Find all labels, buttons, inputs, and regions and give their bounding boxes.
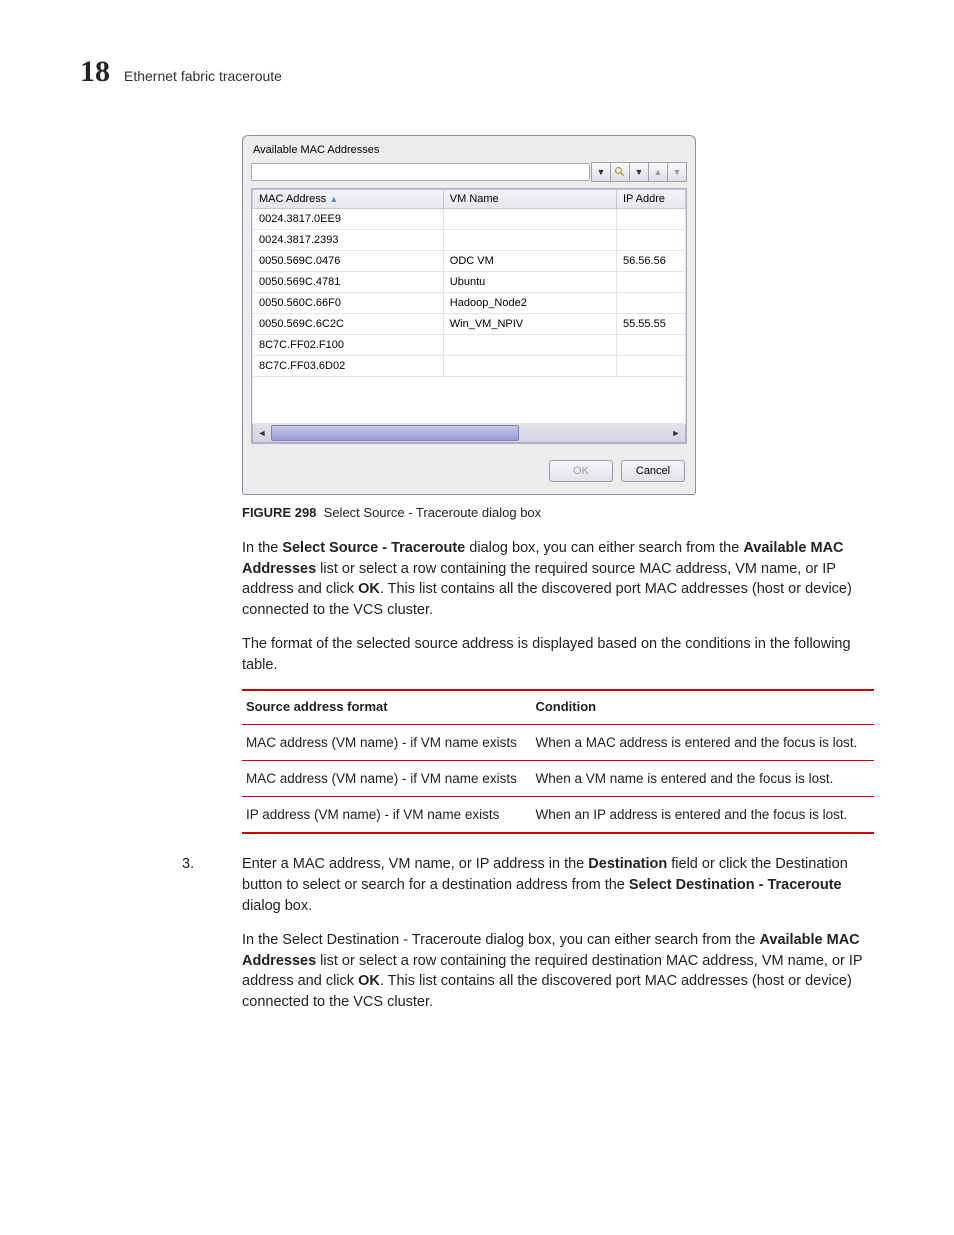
select-source-dialog: Available MAC Addresses ▼ ▼ ▲ ▼ MAC Addr… [242,135,696,495]
column-header-vm[interactable]: VM Name [443,190,616,209]
table-row[interactable]: 0050.569C.0476ODC VM56.56.56 [253,251,686,272]
condition-table: Source address format Condition MAC addr… [242,689,874,834]
section-title: Ethernet fabric traceroute [124,68,282,84]
grid-empty-area [252,377,686,424]
table-row[interactable]: 8C7C.FF02.F100 [253,335,686,356]
column-header-mac[interactable]: MAC Address ▲ [253,190,444,209]
table-row: IP address (VM name) - if VM name exists… [242,797,874,834]
table-row[interactable]: 0024.3817.2393 [253,230,686,251]
table-header-row: MAC Address ▲ VM Name IP Addre [253,190,686,209]
dropdown-icon[interactable]: ▼ [591,162,611,182]
paragraph: In the Select Source - Traceroute dialog… [242,538,874,620]
paragraph: Enter a MAC address, VM name, or IP addr… [242,854,874,916]
step-number: 3. [182,854,194,875]
column-header: Source address format [242,690,531,724]
ok-button[interactable]: OK [549,460,613,482]
column-header: Condition [531,690,874,724]
table-row[interactable]: 0050.560C.66F0Hadoop_Node2 [253,293,686,314]
scrollbar-track[interactable] [271,424,667,442]
scrollbar-thumb[interactable] [271,425,519,441]
column-header-ip[interactable]: IP Addre [617,190,686,209]
sort-ascending-icon: ▲ [329,194,338,204]
paragraph: The format of the selected source addres… [242,634,874,675]
table-row: MAC address (VM name) - if VM name exist… [242,724,874,760]
table-row[interactable]: 0050.569C.4781Ubuntu [253,272,686,293]
paragraph: In the Select Destination - Traceroute d… [242,930,874,1012]
table-row[interactable]: 8C7C.FF03.6D02 [253,356,686,377]
page-number: 18 [80,55,110,89]
search-input[interactable] [251,163,590,181]
mac-address-grid[interactable]: MAC Address ▲ VM Name IP Addre 0024.3817… [251,188,687,444]
figure-caption: FIGURE 298 Select Source - Traceroute di… [242,505,874,520]
dialog-title: Available MAC Addresses [243,136,695,162]
scroll-left-icon[interactable]: ◄ [253,424,271,442]
scroll-right-icon[interactable]: ► [667,424,685,442]
arrow-down-icon[interactable]: ▼ [667,162,687,182]
page-header: 18 Ethernet fabric traceroute [80,55,874,89]
dialog-toolbar: ▼ ▼ ▲ ▼ [243,162,695,184]
search-icon[interactable] [610,162,630,182]
dropdown-icon[interactable]: ▼ [629,162,649,182]
table-row[interactable]: 0050.569C.6C2CWin_VM_NPIV55.55.55 [253,314,686,335]
arrow-up-icon[interactable]: ▲ [648,162,668,182]
cancel-button[interactable]: Cancel [621,460,685,482]
horizontal-scrollbar[interactable]: ◄ ► [252,424,686,443]
step-item: 3. Enter a MAC address, VM name, or IP a… [210,854,874,1012]
table-row[interactable]: 0024.3817.0EE9 [253,209,686,230]
dialog-footer: OK Cancel [243,450,695,494]
table-row: MAC address (VM name) - if VM name exist… [242,761,874,797]
